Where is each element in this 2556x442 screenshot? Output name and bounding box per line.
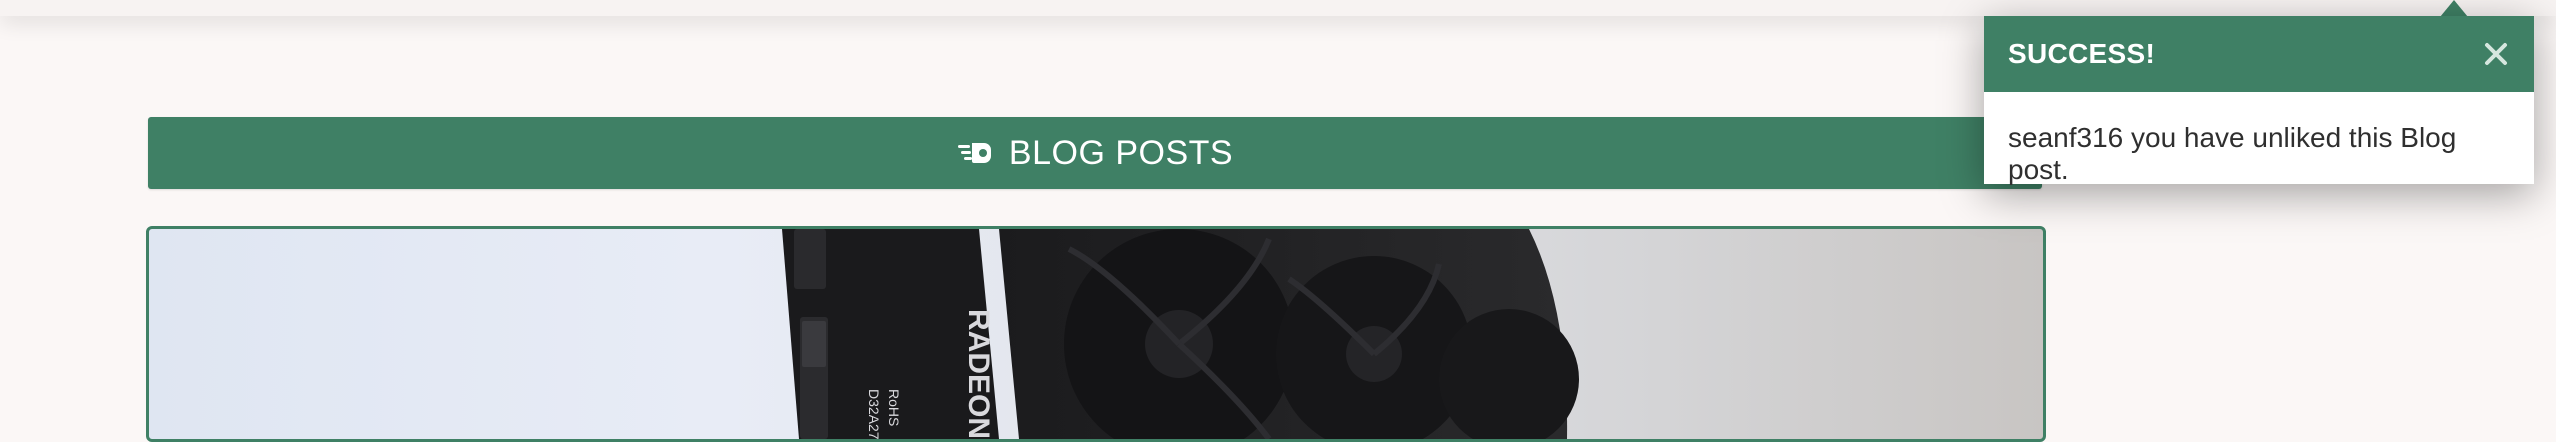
blog-posts-banner: BLOG POSTS <box>148 117 2042 189</box>
post-image[interactable]: D32A27 RoHS RADEON <box>149 229 2043 439</box>
close-icon[interactable] <box>2482 40 2510 68</box>
toast-header: SUCCESS! <box>1984 16 2534 92</box>
svg-text:D32A27: D32A27 <box>866 389 882 439</box>
blog-post-card[interactable]: D32A27 RoHS RADEON <box>146 226 2046 442</box>
page-title: BLOG POSTS <box>1008 133 1234 172</box>
svg-text:RoHS: RoHS <box>886 389 902 426</box>
toast-title: SUCCESS! <box>2008 38 2156 69</box>
toast-pointer <box>2440 0 2468 17</box>
top-bar <box>0 0 2556 16</box>
toast-message: seanf316 you have unliked this Blog post… <box>2008 122 2457 185</box>
post-image-brand-text: RADEON <box>962 309 995 439</box>
success-toast: SUCCESS! seanf316 you have unliked this … <box>1984 16 2534 185</box>
hand-point-right-icon <box>957 138 993 168</box>
